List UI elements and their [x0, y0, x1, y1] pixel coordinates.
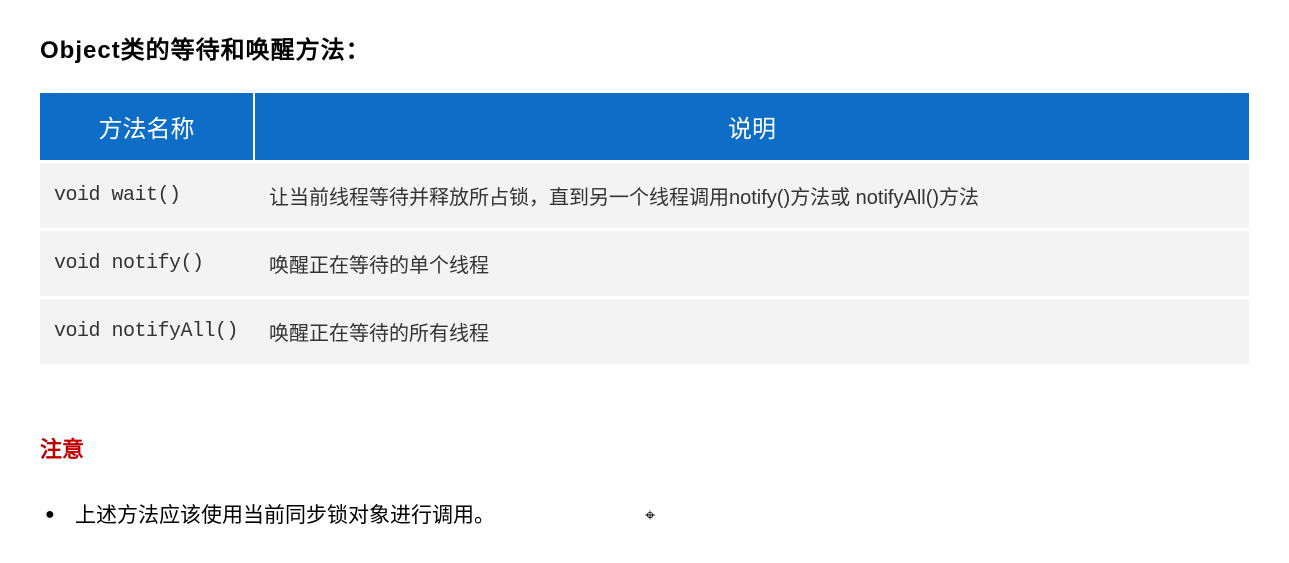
- cell-method: void wait(): [40, 163, 255, 228]
- cursor-icon: ⌖: [645, 505, 655, 526]
- cell-description: 唤醒正在等待的所有线程: [255, 299, 1249, 364]
- cell-method: void notifyAll(): [40, 299, 255, 364]
- table-row: void wait() 让当前线程等待并释放所占锁，直到另一个线程调用notif…: [40, 163, 1249, 228]
- table-header-row: 方法名称 说明: [40, 93, 1249, 160]
- cell-description: 唤醒正在等待的单个线程: [255, 231, 1249, 296]
- cell-method: void notify(): [40, 231, 255, 296]
- table-row: void notifyAll() 唤醒正在等待的所有线程: [40, 299, 1249, 364]
- methods-table: 方法名称 说明 void wait() 让当前线程等待并释放所占锁，直到另一个线…: [40, 90, 1249, 367]
- header-description: 说明: [255, 93, 1249, 160]
- header-method: 方法名称: [40, 93, 255, 160]
- cell-description: 让当前线程等待并释放所占锁，直到另一个线程调用notify()方法或 notif…: [255, 163, 1249, 228]
- page-title: Object类的等待和唤醒方法：: [40, 30, 1249, 65]
- notice-title: 注意: [40, 432, 1249, 464]
- table-row: void notify() 唤醒正在等待的单个线程: [40, 231, 1249, 296]
